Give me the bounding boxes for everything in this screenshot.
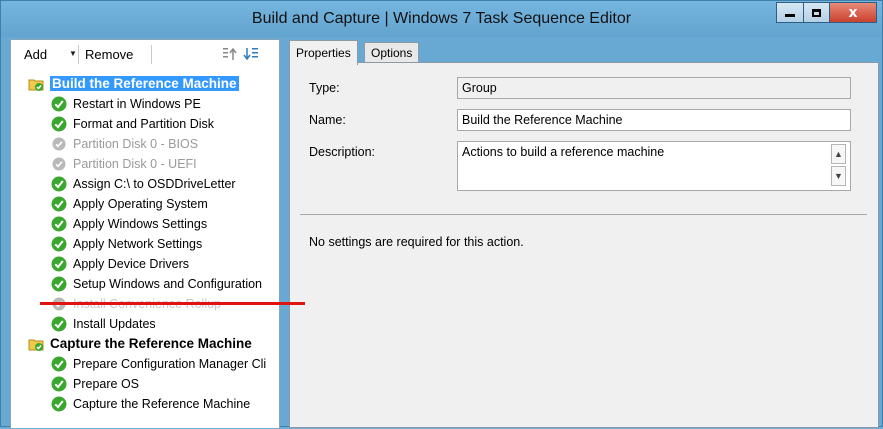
tree-item-label: Apply Device Drivers: [73, 257, 190, 271]
tree-item-label: Capture the Reference Machine: [73, 397, 251, 411]
tree-item-label: Restart in Windows PE: [73, 97, 201, 111]
close-button[interactable]: x: [830, 2, 877, 23]
minimize-icon: [785, 14, 795, 17]
title-bar[interactable]: Build and Capture | Windows 7 Task Seque…: [1, 1, 882, 37]
scroll-up-icon[interactable]: ▲: [831, 144, 846, 164]
type-label: Type:: [309, 81, 340, 95]
check-circle-icon: [51, 256, 67, 272]
tree-item-label: Apply Network Settings: [73, 237, 203, 251]
check-circle-icon: [51, 176, 67, 192]
scroll-down-icon[interactable]: ▼: [831, 166, 846, 186]
tree-item-label: Prepare Configuration Manager Cli: [73, 357, 267, 371]
check-circle-icon: [51, 236, 67, 252]
tree-item-label: Apply Windows Settings: [73, 217, 208, 231]
properties-panel: Type: Group Name: Build the Reference Ma…: [289, 62, 879, 428]
add-dropdown-caret-icon[interactable]: ▼: [69, 49, 77, 58]
name-field[interactable]: Build the Reference Machine: [457, 109, 851, 131]
tab-options[interactable]: Options: [364, 42, 420, 64]
properties-area: Properties Options Type: Group Name: Bui…: [286, 39, 879, 428]
remove-button[interactable]: Remove: [85, 47, 133, 62]
description-scrollbar[interactable]: ▲ ▼: [831, 144, 848, 188]
folder-check-icon: [28, 339, 44, 351]
maximize-icon: [812, 8, 821, 17]
tree-item-label: Capture the Reference Machine: [50, 336, 252, 351]
check-circle-icon: [51, 116, 67, 132]
section-divider: [300, 214, 867, 215]
tab-properties[interactable]: Properties: [289, 40, 358, 65]
task-sequence-tree[interactable]: Build the Reference Machine Restart in W…: [11, 72, 279, 429]
add-menu-button[interactable]: Add: [24, 47, 47, 62]
task-sequence-editor-window: Build and Capture | Windows 7 Task Seque…: [0, 0, 883, 428]
tree-item-label: Install Updates: [73, 317, 156, 331]
check-circle-icon: [51, 316, 67, 332]
description-label: Description:: [309, 145, 375, 159]
strikethrough-annotation: [40, 302, 305, 305]
disabled-check-circle-icon: [52, 157, 66, 171]
type-field: Group: [457, 77, 851, 99]
disabled-check-circle-icon: [52, 137, 66, 151]
tree-item-label: Format and Partition Disk: [73, 117, 215, 131]
tree-item-label: Setup Windows and Configuration: [73, 277, 263, 291]
toolbar-separator: [78, 45, 79, 64]
check-circle-icon: [51, 376, 67, 392]
folder-check-icon: [28, 79, 44, 91]
tree-item-label: Apply Operating System: [73, 197, 208, 211]
maximize-button[interactable]: [803, 2, 830, 23]
tree-item-label: Partition Disk 0 - UEFI: [73, 157, 197, 171]
tree-item-label: Partition Disk 0 - BIOS: [73, 137, 199, 151]
close-icon: x: [848, 4, 858, 21]
check-circle-icon: [51, 356, 67, 372]
tree-item-label: Prepare OS: [73, 377, 140, 391]
check-circle-icon: [51, 276, 67, 292]
move-down-icon[interactable]: [243, 46, 259, 62]
task-sequence-tree-pane: Add ▼ Remove Build the Reference Machine: [10, 39, 280, 428]
name-label: Name:: [309, 113, 346, 127]
tree-item-label: Build the Reference Machine: [50, 76, 239, 91]
check-circle-icon: [51, 396, 67, 412]
window-title: Build and Capture | Windows 7 Task Seque…: [251, 10, 632, 27]
check-circle-icon: [51, 196, 67, 212]
toolbar-separator: [151, 45, 152, 64]
move-up-icon[interactable]: [222, 46, 238, 62]
description-field[interactable]: Actions to build a reference machine ▲ ▼: [457, 141, 851, 191]
minimize-button[interactable]: [776, 2, 803, 23]
check-circle-icon: [51, 216, 67, 232]
tree-toolbar: Add ▼ Remove: [11, 40, 279, 70]
no-settings-note: No settings are required for this action…: [309, 235, 524, 249]
tree-item-label: Assign C:\ to OSDDriveLetter: [73, 177, 236, 191]
check-circle-icon: [51, 96, 67, 112]
window-controls: x: [776, 2, 877, 24]
description-text: Actions to build a reference machine: [462, 145, 665, 159]
